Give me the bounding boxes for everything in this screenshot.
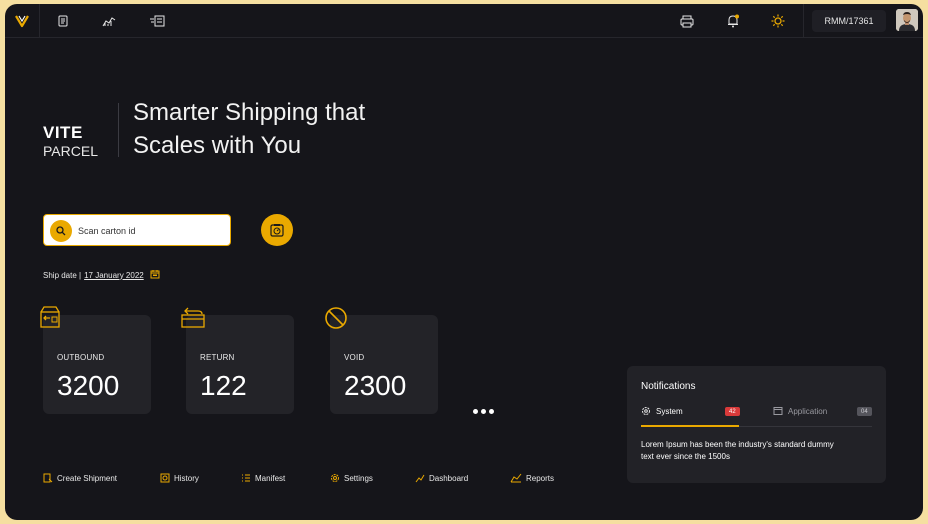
- avatar[interactable]: [896, 9, 918, 31]
- dot: [489, 409, 494, 414]
- manifest-icon: [242, 474, 250, 482]
- create-shipment-icon: [43, 473, 53, 483]
- void-prohibited-icon: [324, 306, 348, 335]
- logo-icon[interactable]: [5, 4, 39, 38]
- more-options-button[interactable]: [473, 409, 494, 414]
- system-count-badge: 42: [725, 407, 740, 416]
- tab-application[interactable]: Application: [773, 404, 827, 418]
- active-tab-indicator: [641, 425, 739, 427]
- divider: [803, 4, 804, 38]
- document-icon[interactable]: [51, 4, 75, 38]
- tab-label: Application: [788, 406, 828, 416]
- top-bar: RMM/17361: [5, 4, 923, 38]
- weigh-scale-icon: [270, 224, 284, 237]
- application-window-icon: [773, 407, 783, 415]
- reports-icon: [510, 473, 522, 483]
- nav-manifest[interactable]: Manifest: [241, 471, 285, 485]
- return-box-icon: [180, 306, 206, 333]
- notification-message: Lorem Ipsum has been the industry's stan…: [641, 440, 834, 461]
- analytics-icon[interactable]: [97, 4, 121, 38]
- outbound-box-icon: [38, 306, 62, 333]
- user-id-chip[interactable]: RMM/17361: [812, 10, 886, 32]
- system-gear-icon: [642, 407, 650, 415]
- scan-carton-search: [43, 214, 231, 246]
- nav-create-shipment[interactable]: Create Shipment: [43, 471, 117, 485]
- weigh-scale-button[interactable]: [261, 214, 293, 246]
- ship-date-label: Ship date |: [43, 270, 82, 280]
- tab-system[interactable]: System: [641, 404, 683, 418]
- dot: [481, 409, 486, 414]
- tab-label: System: [656, 406, 683, 416]
- nav-history[interactable]: History: [160, 471, 199, 485]
- nav-label: History: [174, 473, 199, 483]
- application-count-badge: 04: [857, 407, 872, 416]
- stat-label: VOID: [344, 353, 365, 362]
- notifications-panel: Notifications System 42 Application 04 L…: [627, 366, 886, 483]
- nav-reports[interactable]: Reports: [510, 471, 554, 485]
- divider: [39, 4, 40, 38]
- nav-label: Reports: [526, 473, 555, 483]
- nav-label: Create Shipment: [57, 473, 118, 483]
- brand-name: VITE: [43, 123, 83, 142]
- divider: [118, 103, 119, 157]
- scan-carton-input[interactable]: [78, 221, 226, 241]
- nav-dashboard[interactable]: Dashboard: [415, 471, 468, 485]
- theme-sun-icon[interactable]: [766, 4, 790, 38]
- printer-icon[interactable]: [675, 4, 699, 38]
- ship-date-value[interactable]: 17 January 2022: [84, 271, 144, 280]
- dot: [473, 409, 478, 414]
- ship-date: Ship date | 17 January 2022: [43, 269, 160, 281]
- nav-label: Manifest: [255, 473, 286, 483]
- dashboard-icon: [415, 474, 425, 483]
- settings-icon: [331, 474, 339, 482]
- fast-delivery-icon[interactable]: [145, 4, 169, 38]
- nav-label: Settings: [344, 473, 373, 483]
- stat-value: 122: [200, 370, 247, 401]
- stat-label: OUTBOUND: [57, 353, 105, 362]
- app-window: RMM/17361 VITE PARCEL Smarter Shipping t…: [5, 4, 923, 520]
- calendar-icon[interactable]: [150, 269, 160, 281]
- search-icon[interactable]: [50, 220, 72, 242]
- stat-label: RETURN: [200, 353, 235, 362]
- nav-settings[interactable]: Settings: [330, 471, 373, 485]
- brand-subname: PARCEL: [43, 143, 98, 159]
- stat-value: 3200: [57, 370, 120, 401]
- hero-tagline: Smarter Shipping that Scales with You: [133, 99, 366, 159]
- history-icon: [160, 473, 170, 483]
- stat-value: 2300: [344, 370, 407, 401]
- notifications-title: Notifications: [641, 381, 696, 392]
- nav-label: Dashboard: [429, 473, 469, 483]
- notification-bell-icon[interactable]: [721, 4, 745, 38]
